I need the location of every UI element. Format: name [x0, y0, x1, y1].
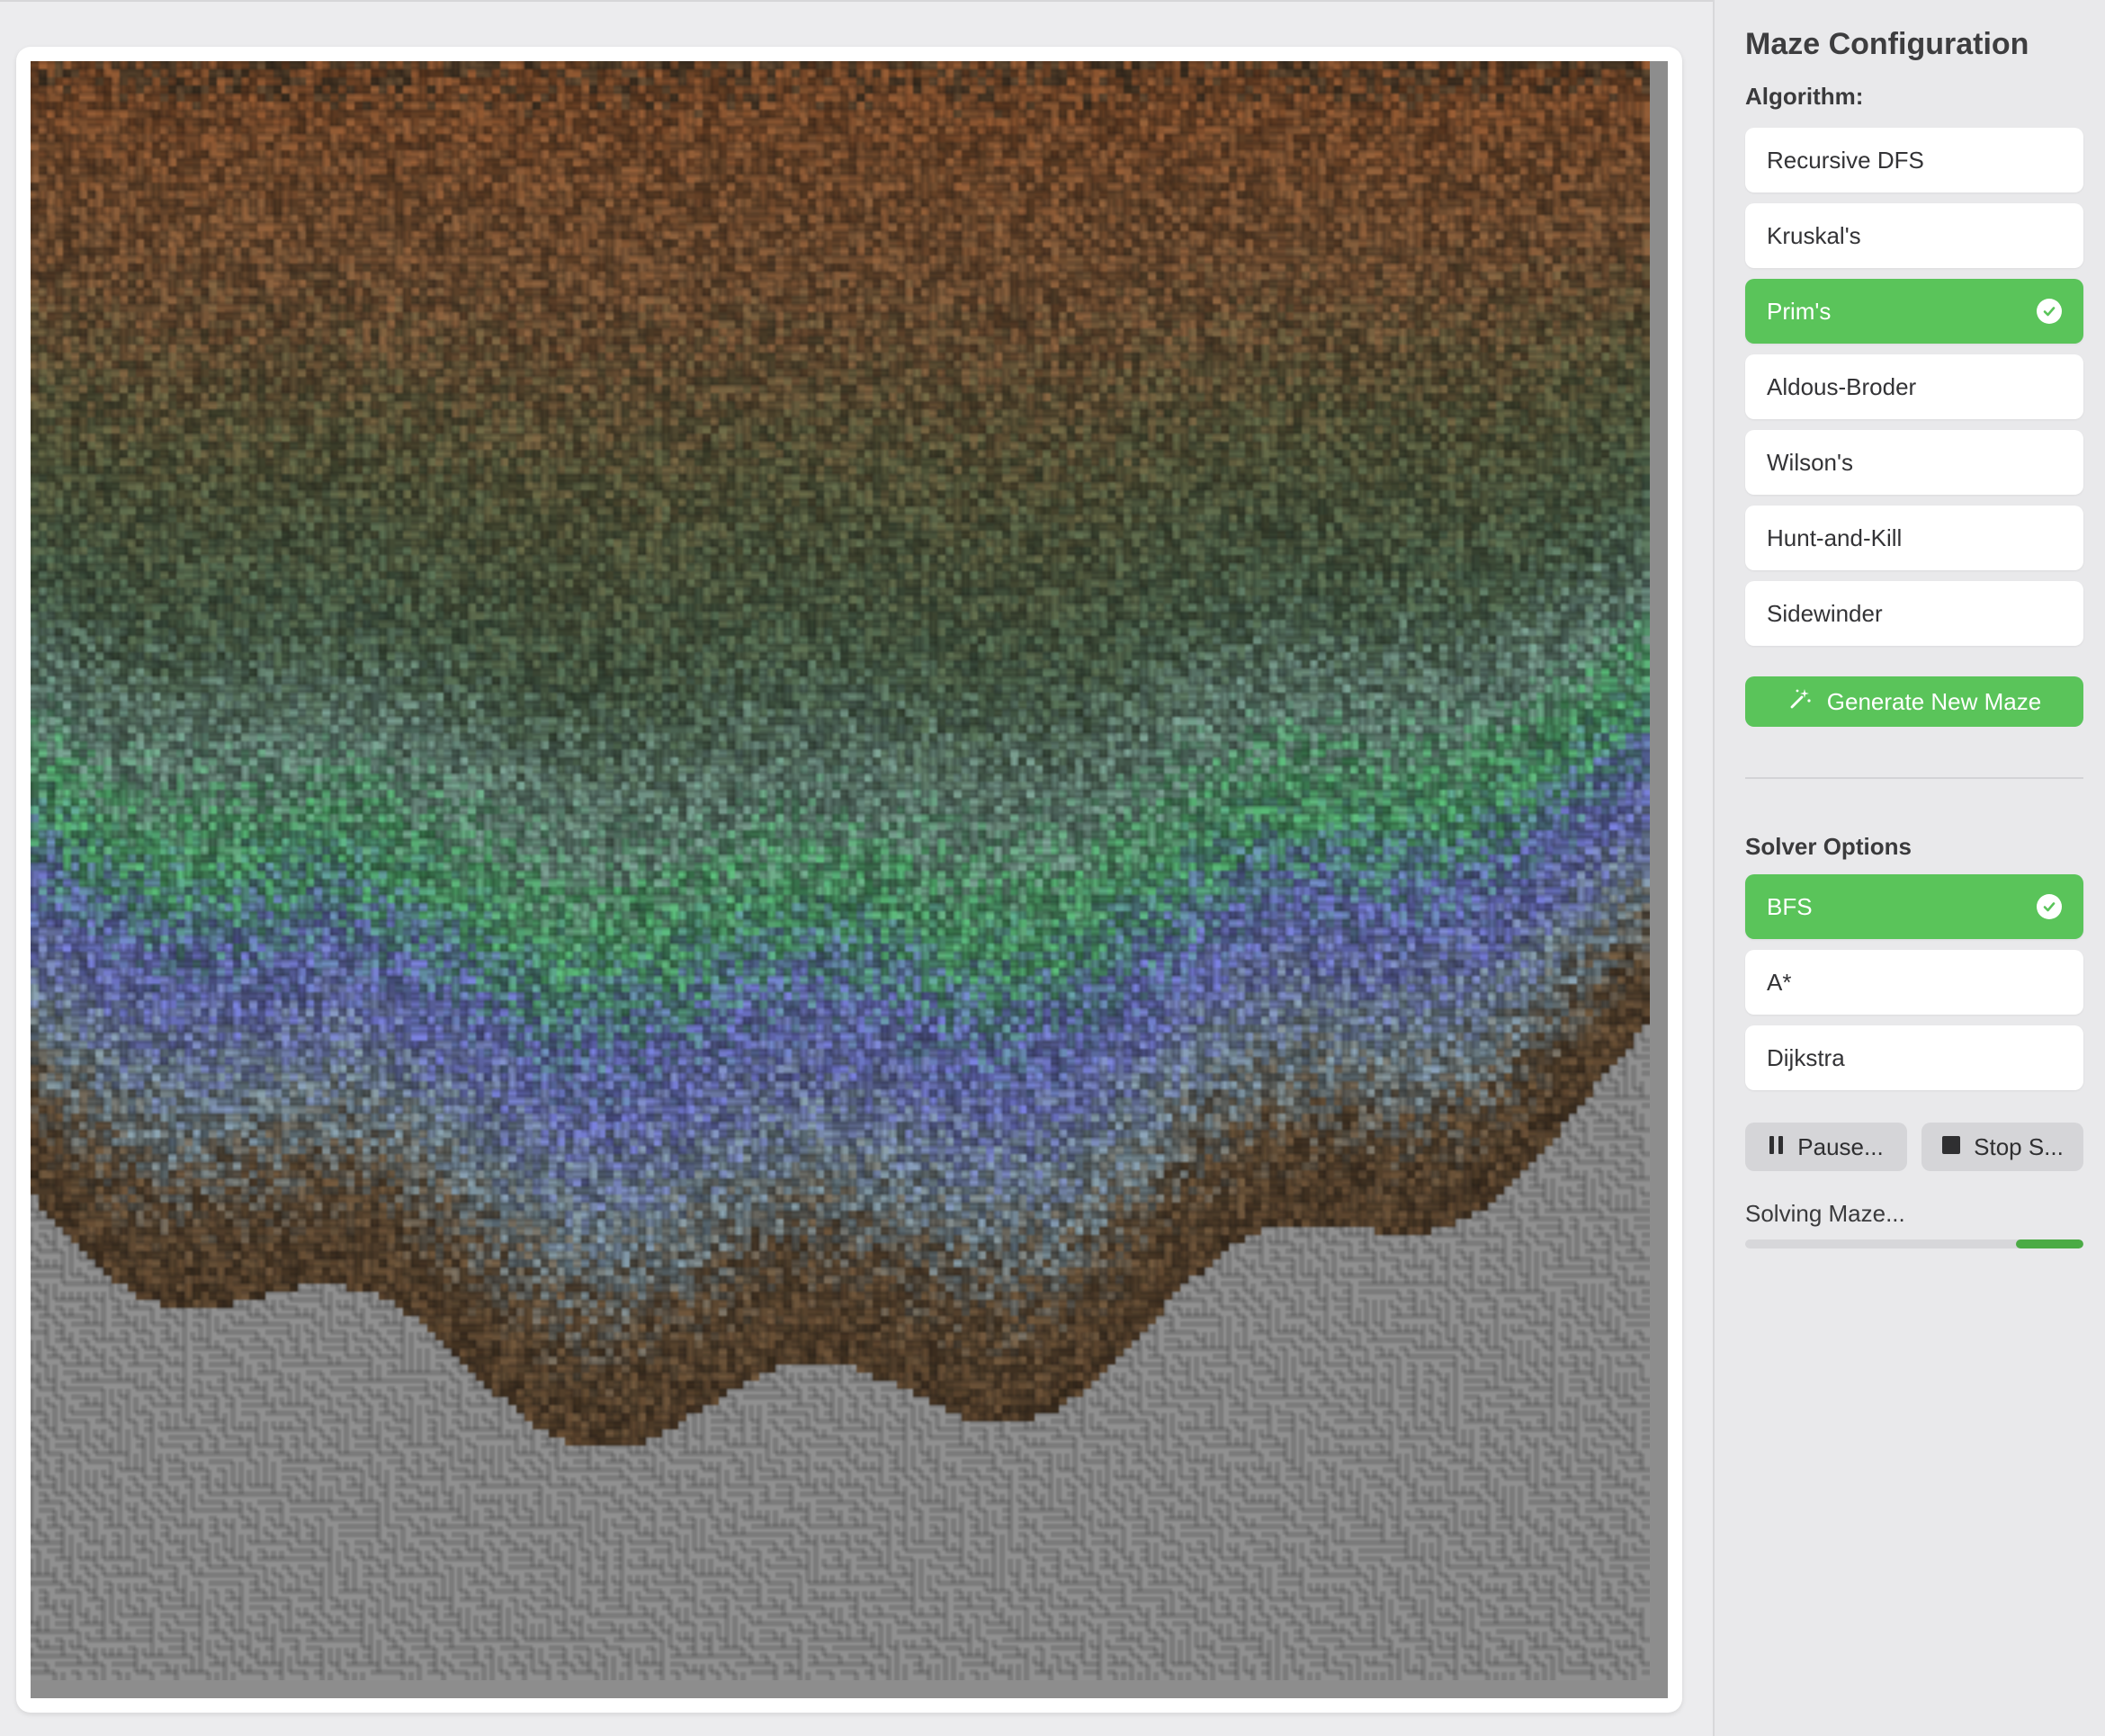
config-sidebar: Maze Configuration Algorithm: Recursive …: [1713, 0, 2105, 1736]
pause-button[interactable]: Pause...: [1745, 1123, 1907, 1171]
option-label: Recursive DFS: [1767, 146, 1924, 174]
status-text: Solving Maze...: [1745, 1200, 1905, 1227]
stop-icon: [1941, 1133, 1961, 1161]
solver-option-dijkstra[interactable]: Dijkstra: [1745, 1025, 2083, 1090]
option-label: Dijkstra: [1767, 1043, 1845, 1071]
stop-label: Stop S...: [1974, 1132, 2064, 1160]
maze-canvas[interactable]: [31, 61, 1668, 1698]
option-label: Kruskal's: [1767, 221, 1861, 249]
solver-option-astar[interactable]: A*: [1745, 950, 2083, 1015]
algorithm-option-kruskals[interactable]: Kruskal's: [1745, 203, 2083, 268]
option-label: Hunt-and-Kill: [1767, 523, 1903, 551]
progress-fill: [2015, 1239, 2083, 1248]
algorithm-option-wilsons[interactable]: Wilson's: [1745, 430, 2083, 495]
algorithm-option-aldous-broder[interactable]: Aldous-Broder: [1745, 354, 2083, 419]
option-label: Prim's: [1767, 297, 1832, 325]
pause-icon: [1769, 1133, 1785, 1161]
solver-option-bfs[interactable]: BFS: [1745, 874, 2083, 939]
algorithm-option-prims[interactable]: Prim's: [1745, 279, 2083, 344]
magic-wand-icon: [1787, 686, 1813, 718]
solver-options-label: Solver Options: [1745, 833, 1912, 860]
generate-maze-button[interactable]: Generate New Maze: [1745, 676, 2083, 727]
checkmark-circle-icon: [2037, 894, 2062, 919]
option-label: Aldous-Broder: [1767, 372, 1917, 400]
section-divider: [1745, 777, 2083, 779]
option-label: Wilson's: [1767, 448, 1853, 476]
maze-canvas-card: [16, 47, 1682, 1713]
option-label: Sidewinder: [1767, 599, 1883, 627]
generate-maze-label: Generate New Maze: [1826, 687, 2042, 715]
option-label: BFS: [1767, 892, 1813, 920]
option-label: A*: [1767, 968, 1792, 996]
maze-grid: [31, 61, 1650, 1680]
algorithm-option-recursive-dfs[interactable]: Recursive DFS: [1745, 128, 2083, 192]
checkmark-circle-icon: [2037, 299, 2062, 324]
progress-bar: [1745, 1239, 2083, 1248]
stop-solving-button[interactable]: Stop S...: [1921, 1123, 2083, 1171]
maze-visualization: [31, 61, 1650, 1680]
algorithm-option-sidewinder[interactable]: Sidewinder: [1745, 581, 2083, 646]
sidebar-title: Maze Configuration: [1745, 27, 2029, 61]
algorithm-option-hunt-and-kill[interactable]: Hunt-and-Kill: [1745, 506, 2083, 570]
algorithm-label: Algorithm:: [1745, 83, 1864, 110]
pause-label: Pause...: [1797, 1132, 1884, 1160]
